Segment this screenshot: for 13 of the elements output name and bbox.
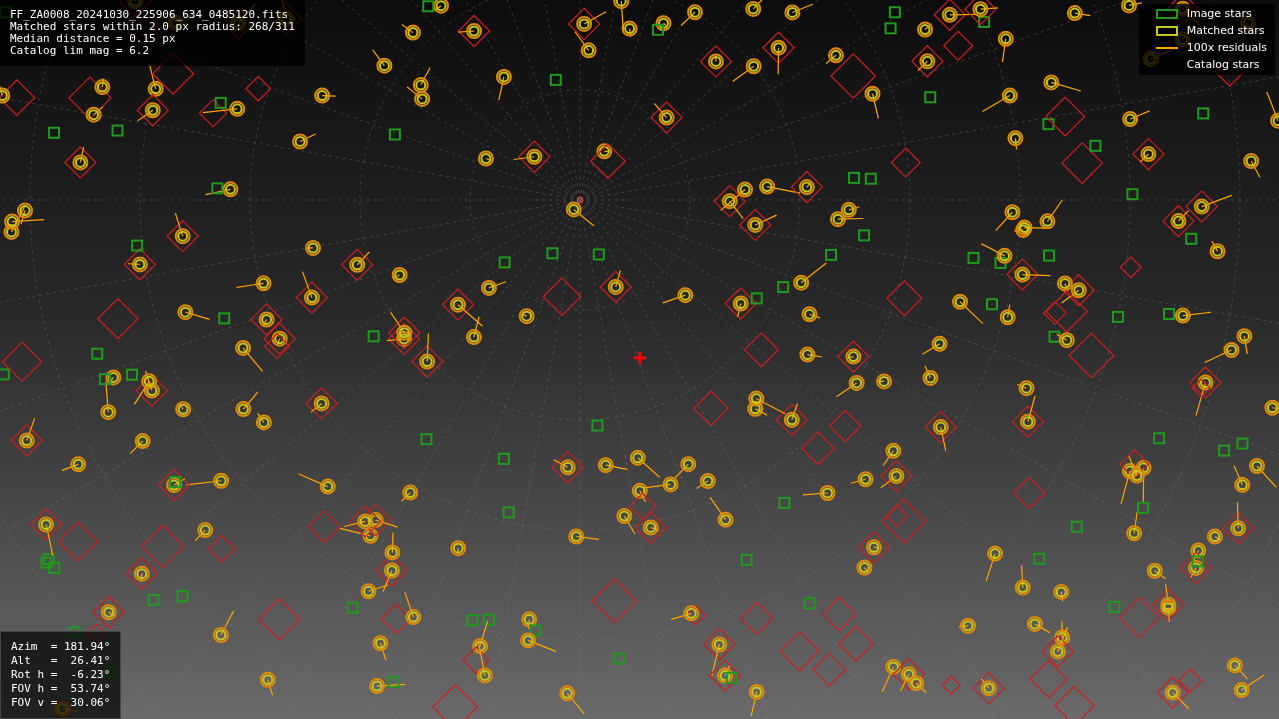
pointing-text: FOV h = 53.74° xyxy=(11,682,111,696)
pointing-text: Azim = 181.94° xyxy=(11,640,111,654)
legend-label: Image stars xyxy=(1186,5,1252,22)
legend-label: Matched stars xyxy=(1186,22,1265,39)
legend-label: 100x residuals xyxy=(1186,39,1267,56)
pointing-text: Rot h = -6.23° xyxy=(11,668,111,682)
info-text: Matched stars within 2.0 px radius: 268/311 xyxy=(10,21,295,33)
info-text: FF_ZA0008_20241030_225906_634_0485120.fits xyxy=(10,9,290,21)
pointing-text: Alt = 26.41° xyxy=(11,654,111,668)
info-text: Catalog lim mag = 6.2 xyxy=(10,45,151,57)
info-text: Median distance = 0.15 px xyxy=(10,33,177,45)
pointing-text: FOV v = 30.06° xyxy=(11,696,111,710)
legend-label: Catalog stars xyxy=(1186,56,1260,73)
